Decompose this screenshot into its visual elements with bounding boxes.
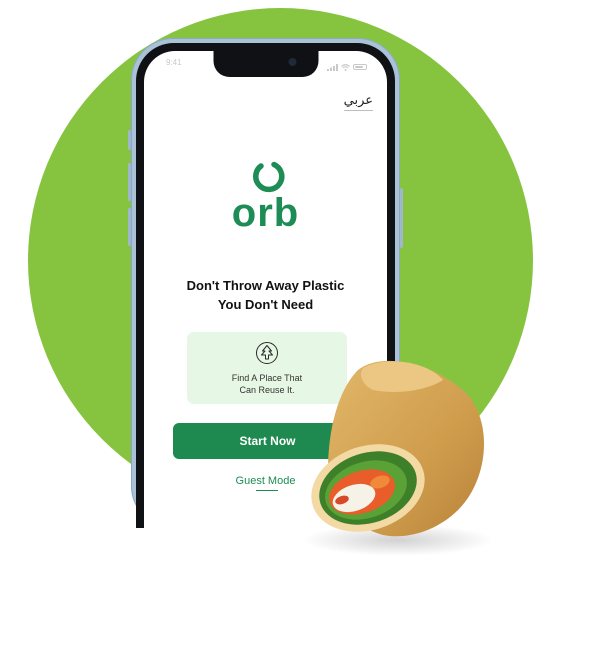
battery-icon <box>353 64 367 70</box>
phone-notch <box>213 51 318 77</box>
headline: Don't Throw Away Plastic You Don't Need <box>144 276 387 314</box>
brand-wordmark: orb <box>231 191 300 235</box>
phone-mute-switch <box>128 130 131 150</box>
language-toggle-link[interactable]: عربي <box>343 93 373 111</box>
status-icons <box>327 58 367 76</box>
wifi-icon <box>341 58 350 76</box>
guest-mode-underline <box>256 490 278 491</box>
phone-power-button <box>400 188 403 248</box>
headline-line-1: Don't Throw Away Plastic <box>186 278 345 293</box>
headline-line-2: You Don't Need <box>217 297 314 312</box>
tree-icon <box>255 341 279 365</box>
food-wrap-icon <box>288 340 498 560</box>
status-time: 9:41 <box>166 58 182 67</box>
marketing-stage: 9:41 عربي orb Don't Throw Away Plastic Y… <box>0 0 593 657</box>
phone-volume-up <box>128 163 131 201</box>
camera-icon <box>288 58 296 66</box>
signal-icon <box>327 58 338 76</box>
phone-volume-down <box>128 208 131 246</box>
